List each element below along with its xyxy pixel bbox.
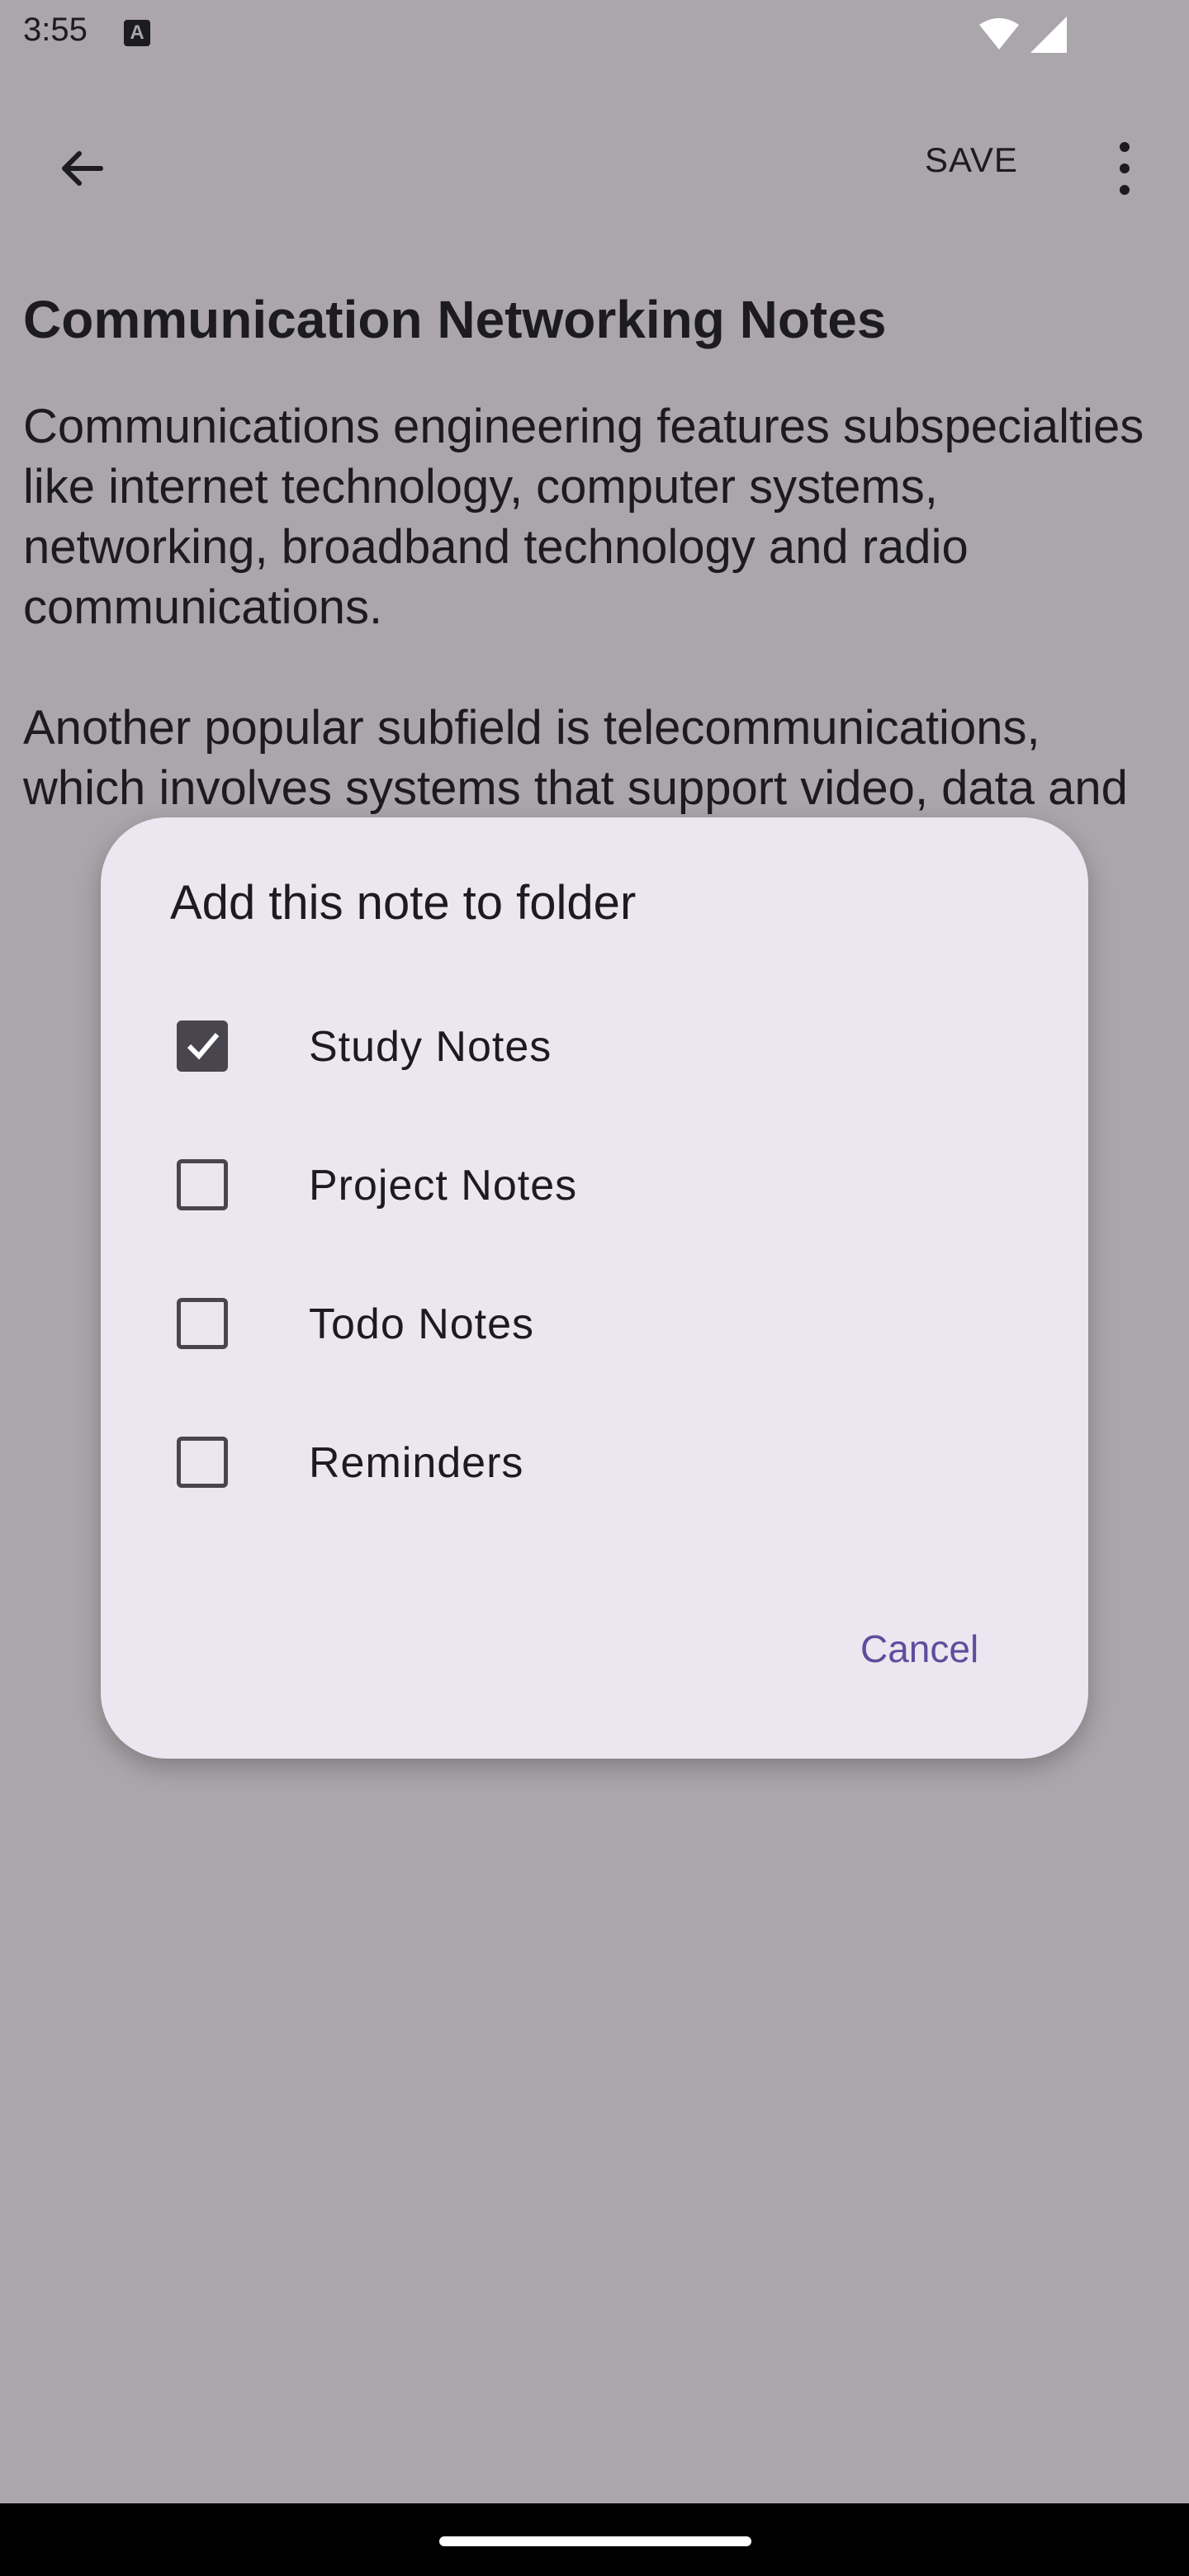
status-time: 3:55 [23, 12, 88, 48]
status-bar: 3:55 A [0, 0, 1189, 69]
signal-icon [1030, 17, 1067, 53]
folder-option-label: Todo Notes [309, 1300, 535, 1348]
back-arrow-icon[interactable] [41, 130, 121, 210]
folder-option-project-notes[interactable]: Project Notes [101, 1116, 1088, 1255]
folder-option-todo-notes[interactable]: Todo Notes [101, 1255, 1088, 1394]
add-to-folder-dialog: Add this note to folder Study Notes Proj… [101, 817, 1088, 1759]
folder-option-label: Study Notes [309, 1023, 552, 1071]
navigation-bar [0, 2503, 1189, 2576]
checkbox-unchecked-icon[interactable] [177, 1159, 228, 1210]
dialog-title: Add this note to folder [170, 876, 637, 930]
notification-a-icon: A [124, 20, 150, 46]
cancel-button[interactable]: Cancel [860, 1627, 978, 1671]
folder-option-study-notes[interactable]: Study Notes [101, 978, 1088, 1116]
folder-option-label: Reminders [309, 1439, 524, 1487]
more-options-icon[interactable] [1106, 129, 1143, 208]
checkbox-unchecked-icon[interactable] [177, 1437, 228, 1488]
checkbox-unchecked-icon[interactable] [177, 1298, 228, 1349]
folder-option-reminders[interactable]: Reminders [101, 1394, 1088, 1532]
wifi-icon [979, 18, 1019, 50]
note-title[interactable]: Communication Networking Notes [23, 289, 1163, 350]
folder-option-label: Project Notes [309, 1162, 578, 1210]
note-body[interactable]: Communications engineering features subs… [23, 396, 1171, 818]
home-indicator[interactable] [439, 2536, 751, 2546]
checkbox-checked-icon[interactable] [177, 1020, 228, 1072]
save-button[interactable]: SAVE [925, 140, 1018, 180]
app-bar: SAVE [0, 116, 1189, 208]
